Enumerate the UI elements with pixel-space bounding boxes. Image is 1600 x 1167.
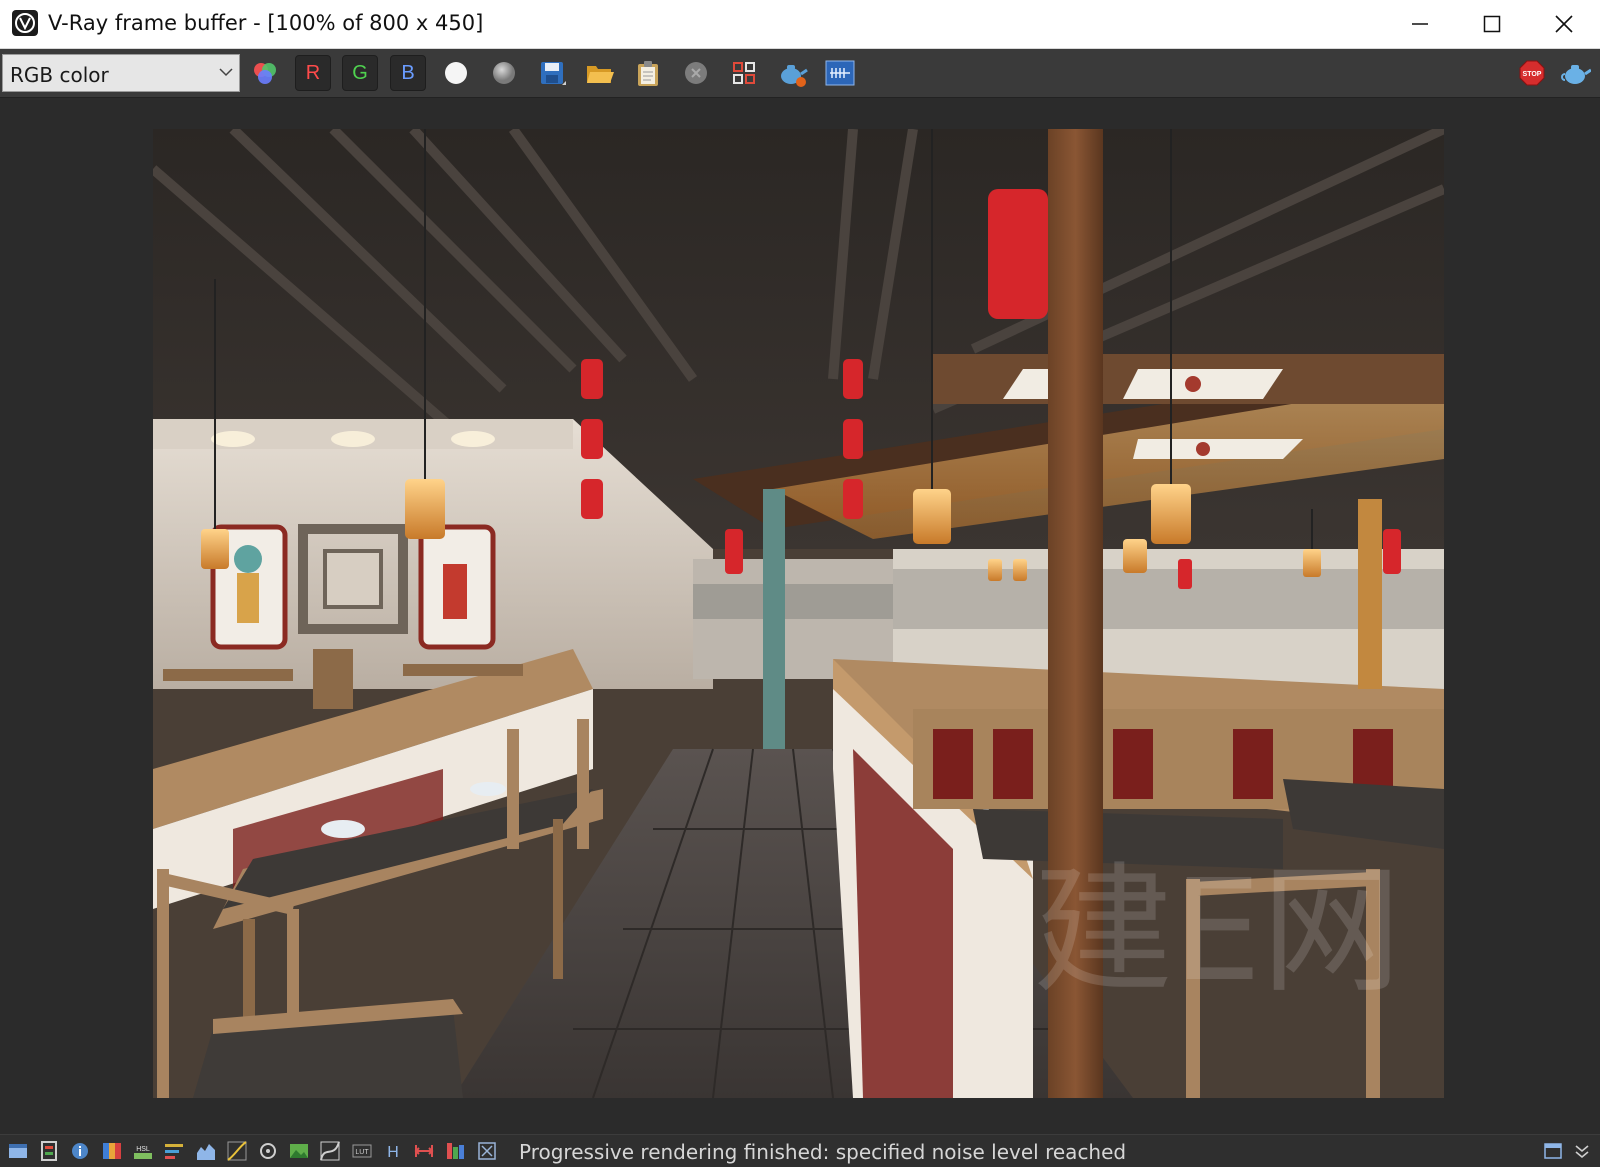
- mono-gray-icon: [493, 62, 515, 84]
- render-last-button[interactable]: [774, 55, 810, 91]
- rendered-image: 建E网: [153, 129, 1444, 1098]
- curve-icon[interactable]: [320, 1141, 340, 1161]
- status-message: Progressive rendering finished: specifie…: [519, 1140, 1127, 1164]
- save-icon: [541, 62, 566, 85]
- color-channels-icon: [254, 63, 276, 84]
- svg-text:LUT: LUT: [355, 1149, 369, 1156]
- watermark-text: 建E网: [1033, 850, 1401, 1013]
- clipboard-icon: [638, 61, 658, 86]
- maximize-icon: [1483, 15, 1501, 33]
- lut-icon[interactable]: LUT: [352, 1141, 372, 1161]
- curves-icon[interactable]: [227, 1141, 247, 1161]
- render-button[interactable]: [1558, 55, 1594, 91]
- info-icon[interactable]: [70, 1141, 90, 1161]
- channel-select[interactable]: RGB color: [2, 54, 240, 92]
- close-icon: [1555, 15, 1573, 33]
- restaurant-render-image: 建E网: [153, 129, 1444, 1098]
- histogram-icon[interactable]: [196, 1141, 216, 1161]
- save-image-button[interactable]: [534, 55, 570, 91]
- color-channels-button[interactable]: [247, 55, 283, 91]
- h-icon[interactable]: H: [383, 1141, 403, 1161]
- hsl-icon[interactable]: HSL: [133, 1141, 153, 1161]
- clipboard-button[interactable]: [630, 55, 666, 91]
- mono-white-button[interactable]: [438, 55, 474, 91]
- channel-select-value: RGB color: [10, 63, 109, 87]
- render-teapot-icon: [1561, 65, 1591, 84]
- stop-label: STOP: [1523, 71, 1542, 78]
- toolbar: RGB color R G B STOP: [0, 49, 1600, 98]
- green-channel-button[interactable]: G: [342, 55, 378, 91]
- horizontal-fit-icon[interactable]: [414, 1141, 434, 1161]
- window-title: V-Ray frame buffer - [100% of 800 x 450]: [48, 11, 484, 35]
- title-bar: V-Ray frame buffer - [100% of 800 x 450]: [0, 0, 1600, 49]
- lens-effects-icon: [825, 60, 855, 86]
- stop-render-icon: STOP: [1519, 60, 1545, 86]
- mono-white-icon: [445, 62, 467, 84]
- panel-toggle-icon[interactable]: [1543, 1141, 1563, 1161]
- mono-gray-button[interactable]: [486, 55, 522, 91]
- maximize-button[interactable]: [1456, 0, 1528, 48]
- expand-chevron-icon[interactable]: [1572, 1141, 1592, 1161]
- color-gradient-icon[interactable]: [102, 1141, 122, 1161]
- region-render-icon: [733, 62, 755, 84]
- stop-render-button[interactable]: STOP: [1514, 55, 1550, 91]
- exposure-icon[interactable]: [258, 1141, 278, 1161]
- close-button[interactable]: [1528, 0, 1600, 48]
- clear-image-button[interactable]: [678, 55, 714, 91]
- blue-channel-button[interactable]: B: [390, 55, 426, 91]
- svg-text:HSL: HSL: [136, 1146, 150, 1153]
- chevron-down-icon: [219, 68, 233, 77]
- red-channel-button[interactable]: R: [295, 55, 331, 91]
- svg-text:H: H: [387, 1144, 399, 1161]
- open-icon: [587, 66, 614, 83]
- region-render-button[interactable]: [726, 55, 762, 91]
- pixel-info-icon[interactable]: [477, 1141, 497, 1161]
- correction-control-icon[interactable]: [39, 1141, 59, 1161]
- status-bar: HSL LUT H Progressive rendering finished…: [0, 1134, 1600, 1167]
- background-icon[interactable]: [289, 1141, 309, 1161]
- minimize-button[interactable]: [1384, 0, 1456, 48]
- vray-logo-icon: [12, 10, 38, 36]
- lens-effects-button[interactable]: [822, 55, 858, 91]
- show-history-icon[interactable]: [8, 1141, 28, 1161]
- minimize-icon: [1412, 23, 1428, 25]
- open-image-button[interactable]: [582, 55, 618, 91]
- rgb-bars-icon[interactable]: [445, 1141, 465, 1161]
- levels-icon[interactable]: [164, 1141, 184, 1161]
- clear-icon: [685, 62, 707, 84]
- render-last-icon: [781, 65, 808, 87]
